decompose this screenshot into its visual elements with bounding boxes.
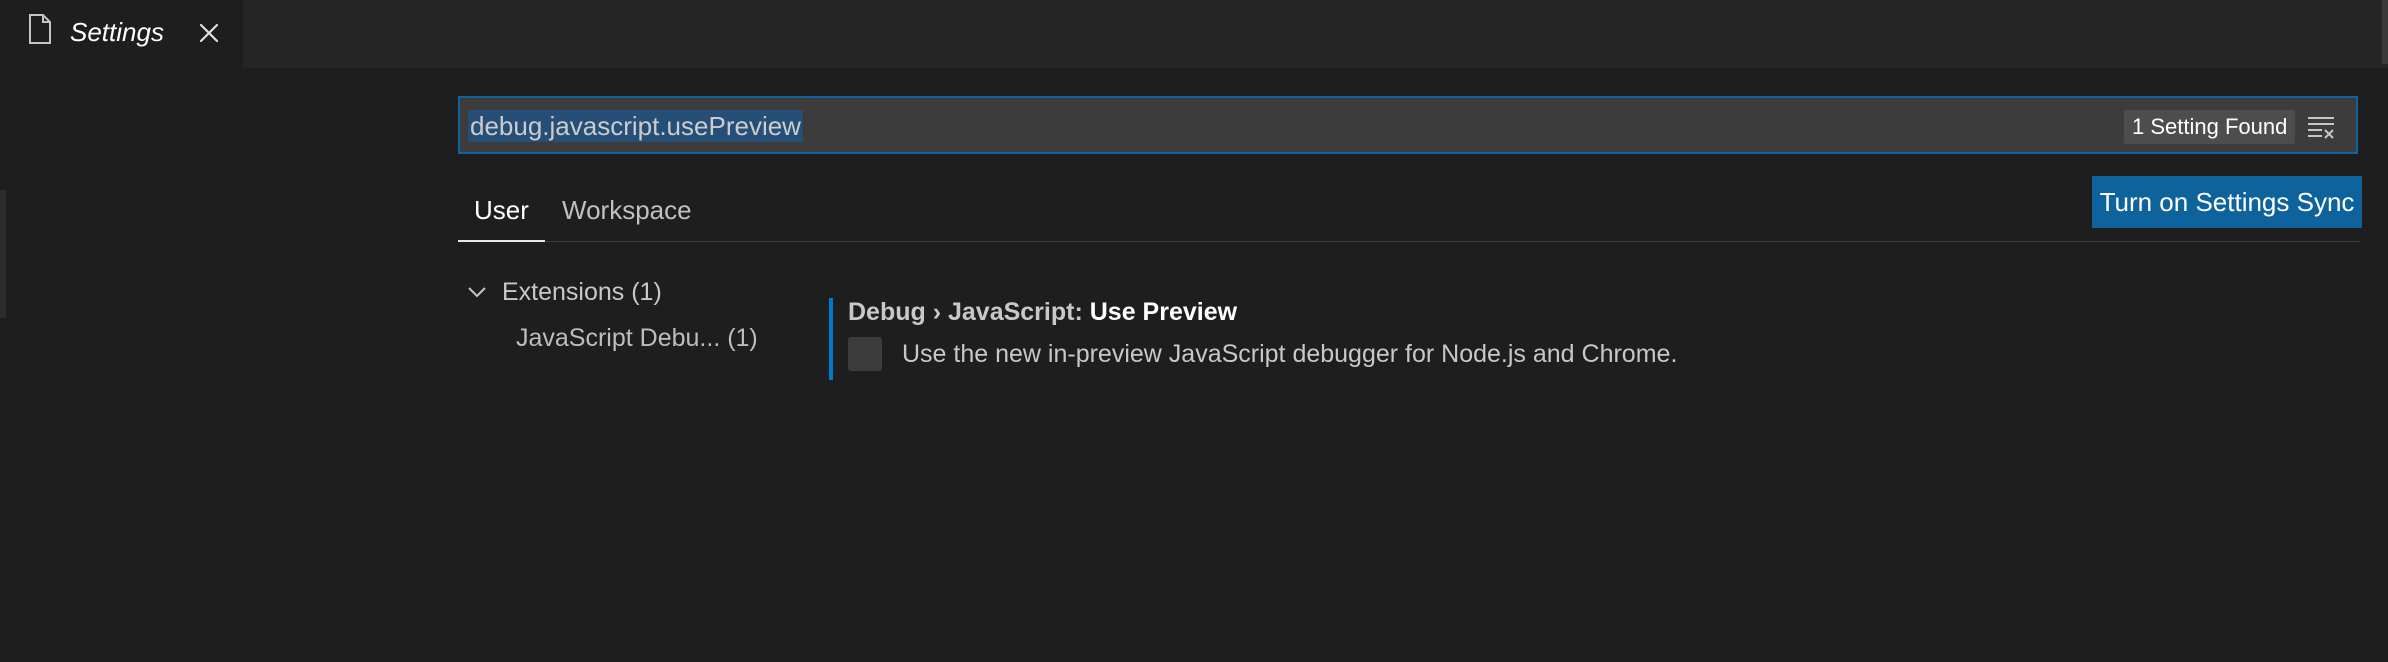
setting-description: Use the new in-preview JavaScript debugg… (902, 340, 1678, 368)
setting-name: Use Preview (1089, 298, 1238, 326)
settings-editor: Settings debug.javascript.usePreview 1 S… (0, 0, 2388, 662)
file-icon (28, 14, 52, 44)
left-gutter (0, 190, 6, 318)
settings-tab[interactable]: Settings (0, 0, 243, 68)
toc-group-label: Extensions (1) (502, 278, 662, 306)
tab-workspace[interactable]: Workspace (560, 190, 694, 230)
chevron-down-icon (466, 281, 488, 303)
editor-tab-bar: Settings (0, 0, 2388, 68)
setting-category: Debug › JavaScript: (848, 298, 1090, 326)
tab-bar-scroll-edge (2382, 0, 2388, 64)
focused-setting-indicator (829, 298, 833, 380)
close-icon[interactable] (196, 20, 222, 46)
toc-item-javascript-debugger[interactable]: JavaScript Debu... (1) (516, 318, 758, 358)
clear-filter-icon[interactable] (2306, 112, 2336, 140)
search-input[interactable]: debug.javascript.usePreview (468, 110, 803, 142)
settings-scope-tabs: User Workspace (458, 178, 2360, 242)
tab-title: Settings (70, 17, 164, 47)
setting-title: Debug › JavaScript: Use Preview (848, 292, 1237, 332)
turn-on-settings-sync-button[interactable]: Turn on Settings Sync (2092, 176, 2362, 228)
settings-search-box[interactable]: debug.javascript.usePreview 1 Setting Fo… (458, 96, 2358, 154)
result-count-badge: 1 Setting Found (2124, 110, 2296, 144)
use-preview-checkbox[interactable] (848, 337, 882, 371)
tab-user[interactable]: User (458, 190, 545, 242)
toc-group-extensions[interactable]: Extensions (1) (466, 272, 662, 312)
